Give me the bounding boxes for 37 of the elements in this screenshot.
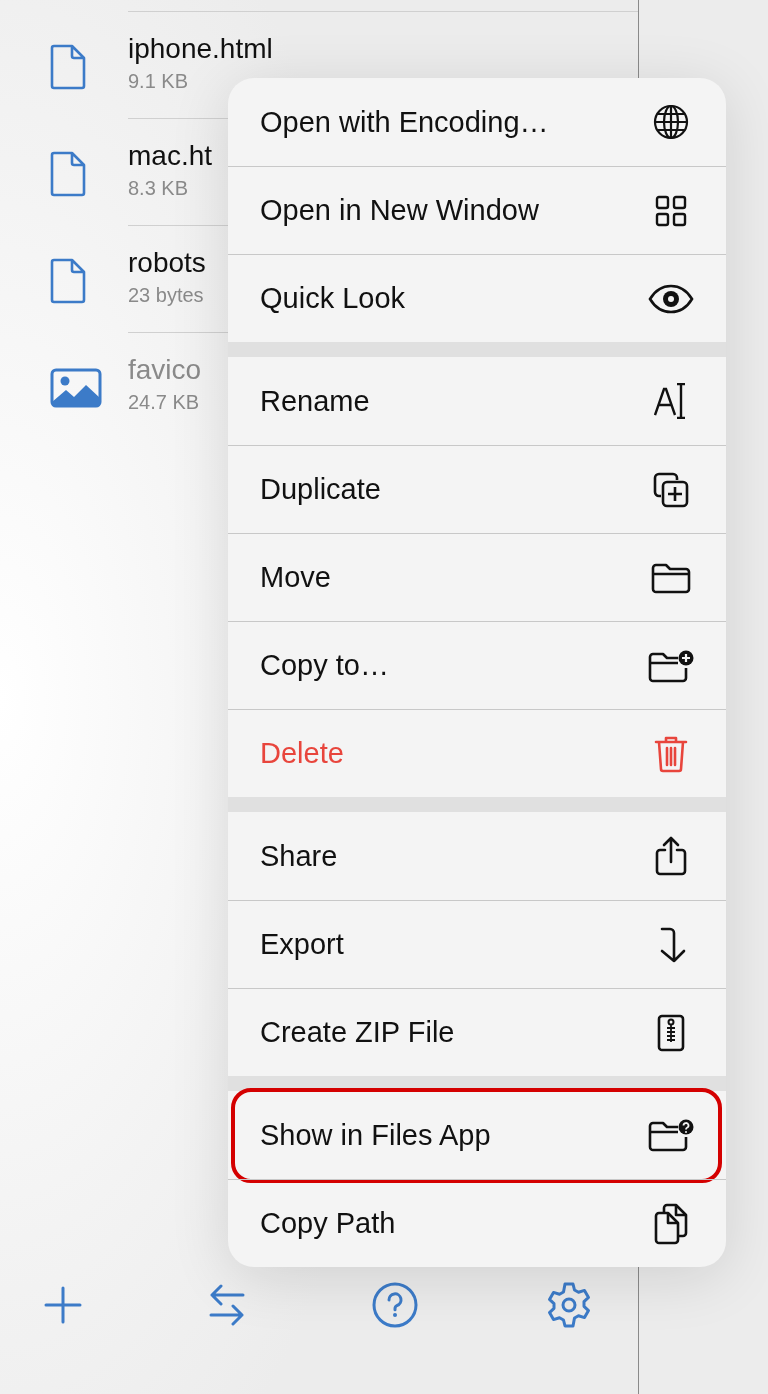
menu-item[interactable]: Move [228,533,726,621]
menu-item[interactable]: Copy to… [228,621,726,709]
share-icon [655,836,687,876]
swap-arrows-icon[interactable] [209,1284,245,1326]
folder-question-icon [648,1118,694,1152]
file-name[interactable]: robots [128,246,206,280]
file-name[interactable]: iphone.html [128,32,273,66]
document-icon [50,150,86,197]
file-size: 23 bytes [128,283,204,308]
grid-icon [655,194,687,227]
eye-icon [648,283,694,314]
document-icon [50,43,86,90]
file-size: 24.7 KB [128,390,200,415]
duplicate-icon [653,471,689,508]
file-name[interactable]: mac.ht [128,139,213,173]
menu-item[interactable]: Rename [228,357,726,445]
file-size: 8.3 KB [128,176,189,201]
trash-icon [654,734,688,773]
add-icon[interactable] [44,1286,82,1324]
text-cursor-icon [654,383,688,419]
image-icon [50,367,102,408]
folder-plus-icon [648,648,694,683]
menu-item[interactable]: Open with Encoding… [228,78,726,166]
file-size: 9.1 KB [128,69,189,94]
document-icon [50,257,86,304]
menu-item[interactable]: Share [228,812,726,900]
menu-item[interactable]: Duplicate [228,445,726,533]
folder-icon [651,561,691,594]
copy-documents-icon [654,1202,688,1245]
settings-icon[interactable] [545,1281,593,1329]
globe-icon [653,104,689,140]
menu-item[interactable]: Open in New Window [228,166,726,254]
menu-item[interactable]: Copy Path [228,1179,726,1267]
menu-item[interactable]: Show in Files App [228,1091,726,1179]
help-icon[interactable] [372,1282,418,1328]
menu-item[interactable]: Export [228,900,726,988]
zip-file-icon [657,1013,685,1052]
